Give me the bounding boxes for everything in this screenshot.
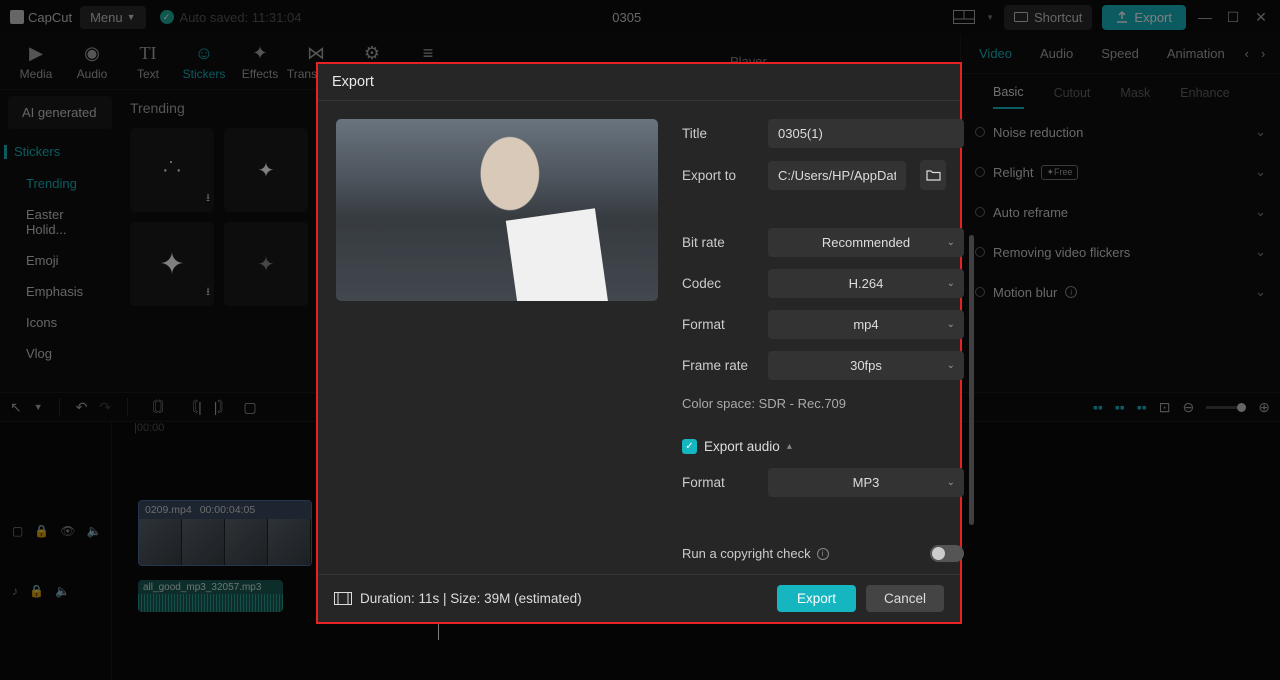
colorspace-text: Color space: SDR - Rec.709 (682, 392, 964, 413)
label-format: Format (682, 317, 758, 332)
folder-icon (926, 169, 941, 181)
codec-select[interactable]: H.264⌄ (768, 269, 964, 298)
modal-footer: Duration: 11s | Size: 39M (estimated) Ex… (318, 574, 960, 622)
export-form: Title Export to Bit rate Recommended⌄ Co… (682, 119, 964, 555)
chevron-down-icon: ⌄ (947, 319, 955, 330)
copyright-label: Run a copyright check (682, 546, 811, 561)
title-input[interactable] (768, 119, 964, 148)
export-audio-toggle[interactable]: ✓ Export audio ▴ (682, 439, 964, 454)
label-bitrate: Bit rate (682, 235, 758, 250)
exportto-input[interactable] (768, 161, 906, 190)
framerate-select[interactable]: 30fps⌄ (768, 351, 964, 380)
chevron-down-icon: ⌄ (947, 237, 955, 248)
bitrate-select[interactable]: Recommended⌄ (768, 228, 964, 257)
export-preview (336, 119, 658, 301)
label-exportto: Export to (682, 168, 758, 183)
export-confirm-button[interactable]: Export (777, 585, 856, 612)
label-audio-format: Format (682, 475, 758, 490)
checkbox-checked-icon: ✓ (682, 439, 697, 454)
scrollbar[interactable] (969, 235, 974, 525)
chevron-down-icon: ⌄ (947, 360, 955, 371)
cancel-button[interactable]: Cancel (866, 585, 944, 612)
info-icon[interactable]: i (817, 548, 829, 560)
footer-info: Duration: 11s | Size: 39M (estimated) (360, 591, 582, 606)
choose-folder-button[interactable] (920, 160, 946, 190)
label-framerate: Frame rate (682, 358, 758, 373)
modal-title: Export (318, 64, 960, 101)
chevron-down-icon: ⌄ (947, 477, 955, 488)
film-icon (334, 592, 352, 605)
format-select[interactable]: mp4⌄ (768, 310, 964, 339)
collapse-up-icon: ▴ (787, 441, 792, 452)
label-codec: Codec (682, 276, 758, 291)
export-modal: Export Title Export to Bit rate Recommen… (316, 62, 962, 624)
chevron-down-icon: ⌄ (947, 278, 955, 289)
copyright-toggle[interactable] (930, 545, 964, 562)
label-title: Title (682, 126, 758, 141)
audio-format-select[interactable]: MP3⌄ (768, 468, 964, 497)
